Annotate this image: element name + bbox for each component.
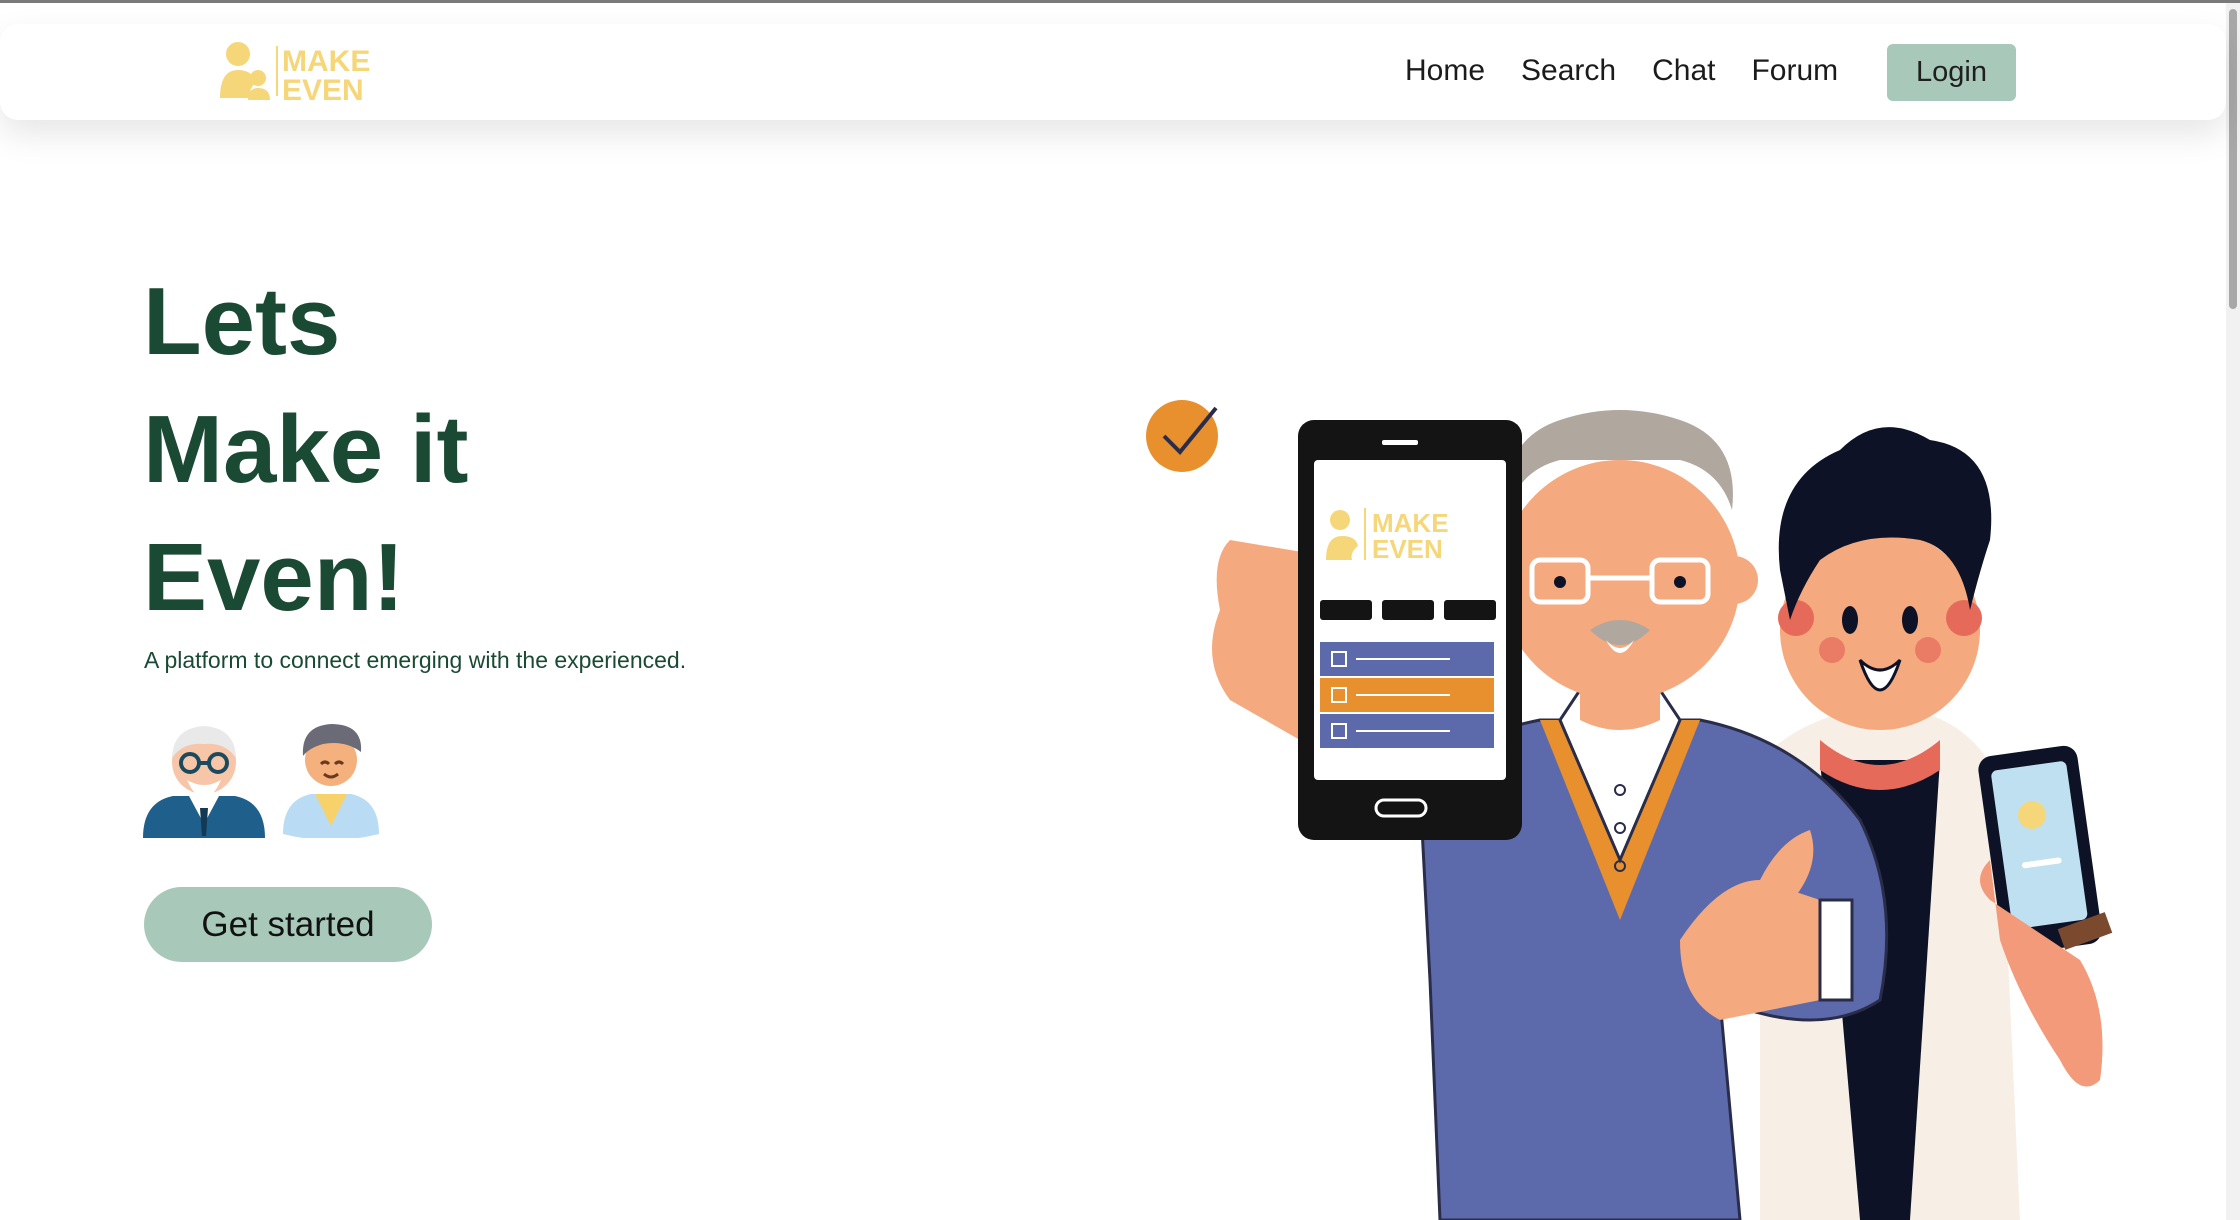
elderly-man-phone: MAKE EVEN [1212,420,1522,840]
checkmark-badge-icon [1146,400,1218,472]
get-started-button[interactable]: Get started [144,887,432,962]
login-button[interactable]: Login [1887,44,2016,101]
hero-subtitle: A platform to connect emerging with the … [144,647,687,673]
nav-links: Home Search Chat Forum [1405,54,1838,88]
hero-title-line-2: Make it [143,396,469,503]
hero-title: Lets Make it Even! [143,258,468,642]
logo-divider [276,46,278,96]
navbar: MAKE EVEN Home Search Chat Forum Login [0,24,2226,120]
logo-people-icon [220,42,270,100]
nav-home-link[interactable]: Home [1405,54,1485,88]
nav-chat-link[interactable]: Chat [1652,54,1715,88]
window-top-border [0,0,2240,3]
avatar-row [143,724,379,838]
nav-search-link[interactable]: Search [1521,54,1616,88]
scrollbar-thumb[interactable] [2229,9,2237,309]
nav-forum-link[interactable]: Forum [1751,54,1838,88]
logo-text-even: EVEN [282,74,364,104]
make-even-logo[interactable]: MAKE EVEN [218,38,398,104]
hero-title-line-3: Even! [143,524,405,631]
page-scrollbar[interactable] [2226,3,2240,1220]
elderly-and-young-man-with-phones-illustration: MAKE EVEN [1146,400,2113,1220]
young-man-avatar-icon [283,724,379,838]
hero-title-line-1: Lets [143,268,341,375]
elderly-man-avatar-icon [143,726,265,838]
phone-logo-even: EVEN [1372,534,1443,564]
